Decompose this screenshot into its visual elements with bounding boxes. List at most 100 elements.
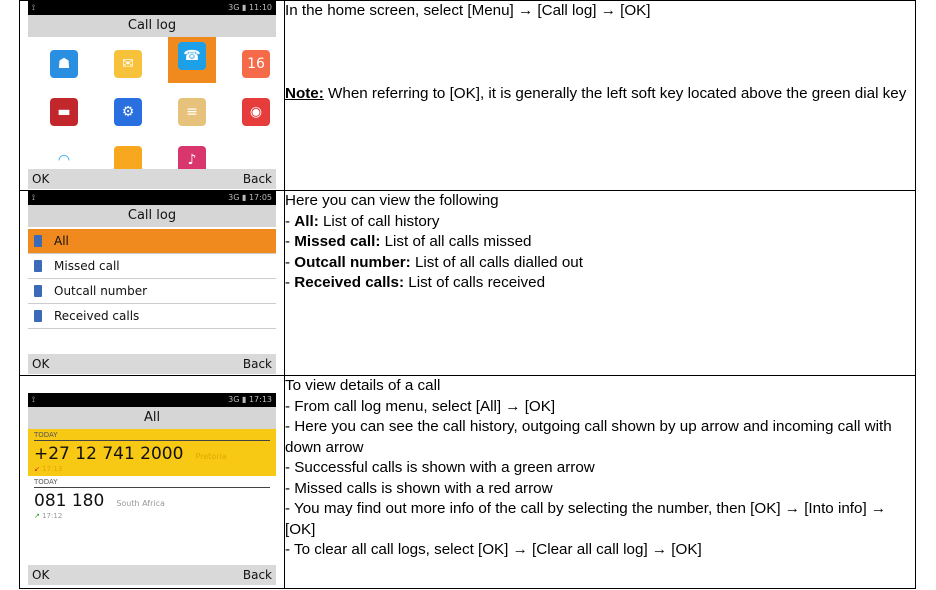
call-log-menu: All Missed call Outcall number Received cal… bbox=[28, 229, 276, 329]
app-tile[interactable]: ☗ bbox=[40, 45, 88, 83]
intro-line: Here you can view the following bbox=[285, 192, 499, 209]
time-text: 17:12 bbox=[42, 512, 63, 520]
sim-icon bbox=[34, 285, 42, 297]
day-header: TODAY bbox=[34, 478, 270, 488]
location-label: Pretoria bbox=[195, 452, 227, 461]
table-row: ⟟ 3G ▮ 17:13 All TODAY +27 12 741 2000 Pre… bbox=[19, 375, 916, 589]
app-tile[interactable]: ≡ bbox=[168, 93, 216, 131]
call-entry[interactable]: TODAY 081 180 South Africa ↗ 17:12 bbox=[28, 476, 276, 523]
phone-number: +27 12 741 2000 bbox=[34, 444, 184, 464]
instruction-cell: To view details of a call - From call log… bbox=[284, 375, 916, 589]
instruction-line: - From call log menu, select [All] → [OK… bbox=[285, 397, 556, 415]
back-softkey[interactable]: Back bbox=[243, 169, 272, 189]
screenshot-cell: ⟟ 3G ▮ 11:10 Call log ☗ ✉ ☎ 16 ▬ ⚙ ≡ ◉ ◠ ♪ OK Bac… bbox=[19, 0, 285, 191]
call-log-icon: ☎ bbox=[178, 42, 206, 70]
phone-screen-call-log: ⟟ 3G ▮ 17:05 Call log All Missed call Outc… bbox=[28, 191, 276, 374]
phone-number: 081 180 bbox=[34, 491, 105, 511]
ok-softkey[interactable]: OK bbox=[32, 565, 49, 585]
definition-desc: List of all calls missed bbox=[380, 233, 532, 250]
sim-icon bbox=[34, 310, 42, 322]
day-header: TODAY bbox=[34, 431, 270, 441]
definition-line: - Missed call: List of all calls missed bbox=[285, 233, 532, 250]
toolbox-icon: ▬ bbox=[50, 98, 78, 126]
menu-item[interactable]: Missed call bbox=[28, 254, 276, 279]
instruction-line: In the home screen, select [Menu] → [Cal… bbox=[285, 2, 651, 19]
instruction-line: - To clear all call logs, select [OK] → … bbox=[285, 541, 702, 558]
clock: 17:13 bbox=[248, 395, 272, 404]
app-tile[interactable]: ▬ bbox=[40, 93, 88, 131]
status-bar: ⟟ 3G ▮ 11:10 bbox=[28, 1, 276, 15]
call-time: ↙ 17:13 bbox=[34, 465, 270, 473]
app-tile[interactable]: ◉ bbox=[232, 93, 280, 131]
table-row: ⟟ 3G ▮ 17:05 Call log All Missed call Outc… bbox=[19, 190, 916, 376]
menu-item[interactable]: Received calls bbox=[28, 304, 276, 329]
screen-title: Call log bbox=[28, 15, 276, 37]
instruction-line: - You may find out more info of the call… bbox=[285, 500, 887, 538]
menu-item-label: All bbox=[54, 234, 69, 248]
definition-line: - Outcall number: List of all calls dial… bbox=[285, 253, 583, 271]
sim-icon bbox=[34, 260, 42, 272]
folder-icon: ≡ bbox=[178, 98, 206, 126]
screenshot-cell: ⟟ 3G ▮ 17:05 Call log All Missed call Outc… bbox=[19, 190, 285, 376]
call-entry[interactable]: TODAY +27 12 741 2000 Pretoria ↙ 17:13 bbox=[28, 429, 276, 476]
note-body: When referring to [OK], it is generally … bbox=[323, 84, 907, 102]
screenshot-cell: ⟟ 3G ▮ 17:13 All TODAY +27 12 741 2000 Pre… bbox=[19, 375, 285, 589]
app-grid: ☗ ✉ ☎ 16 ▬ ⚙ ≡ ◉ ◠ ♪ bbox=[28, 37, 276, 179]
instruction-table: ⟟ 3G ▮ 11:10 Call log ☗ ✉ ☎ 16 ▬ ⚙ ≡ ◉ ◠ ♪ OK Bac… bbox=[19, 0, 916, 589]
number-row: 081 180 South Africa bbox=[34, 491, 270, 511]
softkey-bar: OK Back bbox=[28, 565, 276, 585]
definition-line: - All: List of call history bbox=[285, 212, 440, 230]
network-label: 3G bbox=[228, 193, 240, 202]
message-icon: ✉ bbox=[114, 50, 142, 78]
screen-title: Call log bbox=[28, 205, 276, 227]
signal-icon: ⟟ bbox=[32, 3, 35, 12]
ok-softkey[interactable]: OK bbox=[32, 354, 49, 374]
definition-term: All: bbox=[294, 212, 319, 230]
note-label: Note: bbox=[285, 84, 324, 102]
softkey-bar: OK Back bbox=[28, 354, 276, 374]
instruction-cell: In the home screen, select [Menu] → [Cal… bbox=[284, 0, 916, 191]
instruction-line: - Missed calls is shown with a red arrow bbox=[285, 479, 553, 497]
signal-icon: ⟟ bbox=[32, 395, 35, 404]
app-tile[interactable]: 16 bbox=[232, 45, 280, 83]
table-row: ⟟ 3G ▮ 11:10 Call log ☗ ✉ ☎ 16 ▬ ⚙ ≡ ◉ ◠ ♪ OK Bac… bbox=[19, 0, 916, 191]
definition-line: - Received calls: List of calls received bbox=[285, 274, 546, 291]
app-tile[interactable]: ✉ bbox=[104, 45, 152, 83]
definition-desc: List of call history bbox=[318, 212, 440, 230]
contacts-icon: ☗ bbox=[50, 50, 78, 78]
call-time: ↗ 17:12 bbox=[34, 512, 270, 520]
clock: 17:05 bbox=[248, 193, 272, 202]
ok-softkey[interactable]: OK bbox=[32, 169, 49, 189]
network-label: 3G bbox=[228, 395, 240, 404]
phone-screen-home: ⟟ 3G ▮ 11:10 Call log ☗ ✉ ☎ 16 ▬ ⚙ ≡ ◉ ◠ ♪ OK Bac… bbox=[28, 1, 276, 189]
network-label: 3G bbox=[228, 3, 240, 12]
definition-list: - All: List of call history - Missed call… bbox=[285, 212, 915, 294]
app-tile[interactable]: ☎ bbox=[168, 37, 216, 83]
instruction-line: To view details of a call bbox=[285, 377, 441, 394]
definition-term: Outcall number: bbox=[294, 253, 411, 271]
menu-item[interactable]: All bbox=[28, 229, 276, 254]
phone-screen-all-calls: ⟟ 3G ▮ 17:13 All TODAY +27 12 741 2000 Pre… bbox=[28, 393, 276, 585]
instruction-cell: Here you can view the following - All: L… bbox=[284, 190, 916, 376]
screen-title: All bbox=[28, 407, 276, 429]
menu-item[interactable]: Outcall number bbox=[28, 279, 276, 304]
call-history-list: TODAY +27 12 741 2000 Pretoria ↙ 17:13 TODAY… bbox=[28, 429, 276, 523]
number-row: +27 12 741 2000 Pretoria bbox=[34, 444, 270, 464]
browser-icon: ◉ bbox=[242, 98, 270, 126]
definition-desc: List of all calls dialled out bbox=[410, 253, 583, 271]
back-softkey[interactable]: Back bbox=[243, 354, 272, 374]
back-softkey[interactable]: Back bbox=[243, 565, 272, 585]
definition-term: Missed call: bbox=[294, 233, 381, 250]
location-label: South Africa bbox=[116, 499, 165, 508]
missed-arrow-icon: ↙ bbox=[34, 465, 43, 473]
definition-term: Received calls: bbox=[294, 274, 405, 291]
definition-desc: List of calls received bbox=[404, 274, 546, 291]
app-tile[interactable]: ⚙ bbox=[104, 93, 152, 131]
menu-item-label: Missed call bbox=[54, 259, 120, 273]
instruction-line: - Successful calls is shown with a green… bbox=[285, 459, 595, 476]
calendar-icon: 16 bbox=[242, 50, 270, 78]
status-bar: ⟟ 3G ▮ 17:05 bbox=[28, 191, 276, 205]
outgoing-arrow-icon: ↗ bbox=[34, 512, 43, 520]
note-paragraph: Note: When referring to [OK], it is gene… bbox=[285, 84, 915, 105]
signal-icon: ⟟ bbox=[32, 193, 35, 202]
